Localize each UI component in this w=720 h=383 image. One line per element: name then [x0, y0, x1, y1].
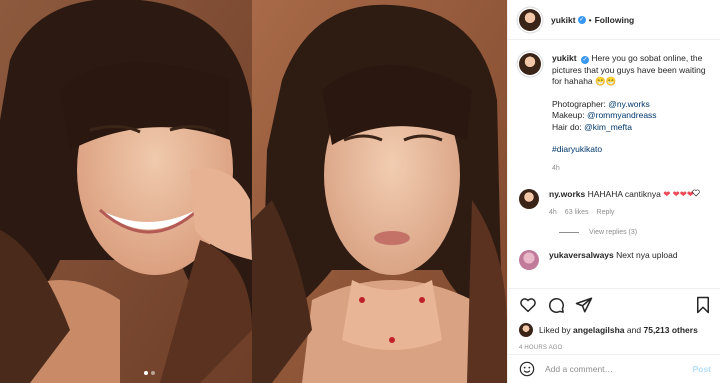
following-button[interactable]: Following — [595, 15, 635, 25]
hair-label: Hair do: — [552, 121, 582, 132]
emoji-icon[interactable] — [519, 361, 535, 377]
liked-by-others[interactable]: 75,213 others — [643, 325, 697, 335]
comment-like-icon[interactable] — [692, 189, 700, 199]
replies-line — [559, 232, 579, 233]
likes-text: Liked by angelagilsha and 75,213 others — [539, 325, 698, 335]
post-media[interactable] — [0, 0, 507, 383]
post-header: yukikt ✓ • Following — [508, 0, 720, 40]
carousel-dots — [144, 371, 155, 375]
comment-item: ny.works HAHAHA cantiknya ❤ ❤❤❤ 4h 63 li… — [519, 189, 710, 218]
post-caption: yukikt ✓ Here you go sobat online, the p… — [519, 53, 710, 174]
add-comment-input[interactable] — [545, 364, 693, 374]
carousel-dot-active — [144, 371, 148, 375]
makeup-link[interactable]: @rommyandreass — [587, 110, 657, 120]
bookmark-icon[interactable] — [695, 296, 711, 314]
header-separator: • — [588, 14, 592, 25]
reply-button[interactable]: Reply — [597, 207, 615, 219]
photo-right — [252, 0, 507, 383]
credits: Photographer: @ny.works Makeup: @rommyan… — [552, 99, 710, 134]
liked-by-prefix: Liked by — [539, 325, 571, 335]
verified-badge-icon: ✓ — [577, 15, 586, 24]
caption-username[interactable]: yukikt — [552, 53, 577, 63]
comment-username[interactable]: ny.works — [549, 189, 585, 199]
comment-hearts: ❤ ❤❤❤ — [663, 189, 695, 199]
comment-meta: 4h 63 likes Reply — [549, 207, 709, 219]
post-time[interactable]: 4 HOURS AGO — [519, 345, 711, 351]
verified-badge-icon: ✓ — [580, 56, 589, 64]
author-avatar[interactable] — [519, 8, 541, 31]
post-sidebar: yukikt ✓ • Following yukikt ✓ Here you g… — [507, 0, 720, 383]
post-button[interactable]: Post — [693, 364, 711, 374]
hashtag-link[interactable]: #diaryukikato — [552, 144, 602, 154]
caption-avatar[interactable] — [519, 53, 541, 75]
comment-avatar[interactable] — [519, 250, 539, 270]
photo-left — [0, 0, 252, 383]
view-replies-button[interactable]: View replies (3) — [559, 229, 710, 236]
comment-body: yukaversalways Next nya upload — [549, 250, 709, 270]
comment-username[interactable]: yukaversalways — [549, 250, 614, 260]
liked-by-and: and — [626, 325, 642, 335]
carousel-dot — [151, 371, 155, 375]
caption-time[interactable]: 4h — [552, 163, 710, 175]
photographer-link[interactable]: @ny.works — [608, 99, 650, 109]
comment-body: ny.works HAHAHA cantiknya ❤ ❤❤❤ 4h 63 li… — [549, 189, 709, 218]
comment-avatar[interactable] — [519, 189, 539, 209]
comment-item: yukaversalways Next nya upload — [519, 250, 710, 270]
heart-outline-icon[interactable] — [519, 296, 537, 314]
comment-icon[interactable] — [547, 296, 565, 314]
makeup-label: Makeup: — [552, 110, 585, 120]
send-icon[interactable] — [575, 296, 593, 314]
author-username[interactable]: yukikt — [551, 15, 576, 25]
comment-time[interactable]: 4h — [549, 207, 557, 219]
hair-link[interactable]: @kim_mefta — [584, 122, 632, 132]
action-icons — [519, 294, 711, 316]
view-replies-label: View replies (3) — [589, 229, 638, 236]
liked-by-user[interactable]: angelagilsha — [573, 325, 625, 335]
likes-summary: Liked by angelagilsha and 75,213 others — [519, 323, 711, 337]
add-comment-bar: Post — [508, 354, 720, 383]
caption-body: yukikt ✓ Here you go sobat online, the p… — [552, 53, 710, 174]
photographer-label: Photographer: — [552, 98, 606, 109]
comment-text: Next nya upload — [616, 250, 678, 260]
instagram-post: yukikt ✓ • Following yukikt ✓ Here you g… — [0, 0, 720, 383]
comment-text: HAHAHA cantiknya — [587, 189, 661, 199]
comment-likes[interactable]: 63 likes — [565, 207, 589, 219]
post-actions: Liked by angelagilsha and 75,213 others … — [508, 288, 720, 351]
comments-section[interactable]: yukikt ✓ Here you go sobat online, the p… — [508, 41, 720, 288]
liker-avatar[interactable] — [519, 323, 533, 337]
